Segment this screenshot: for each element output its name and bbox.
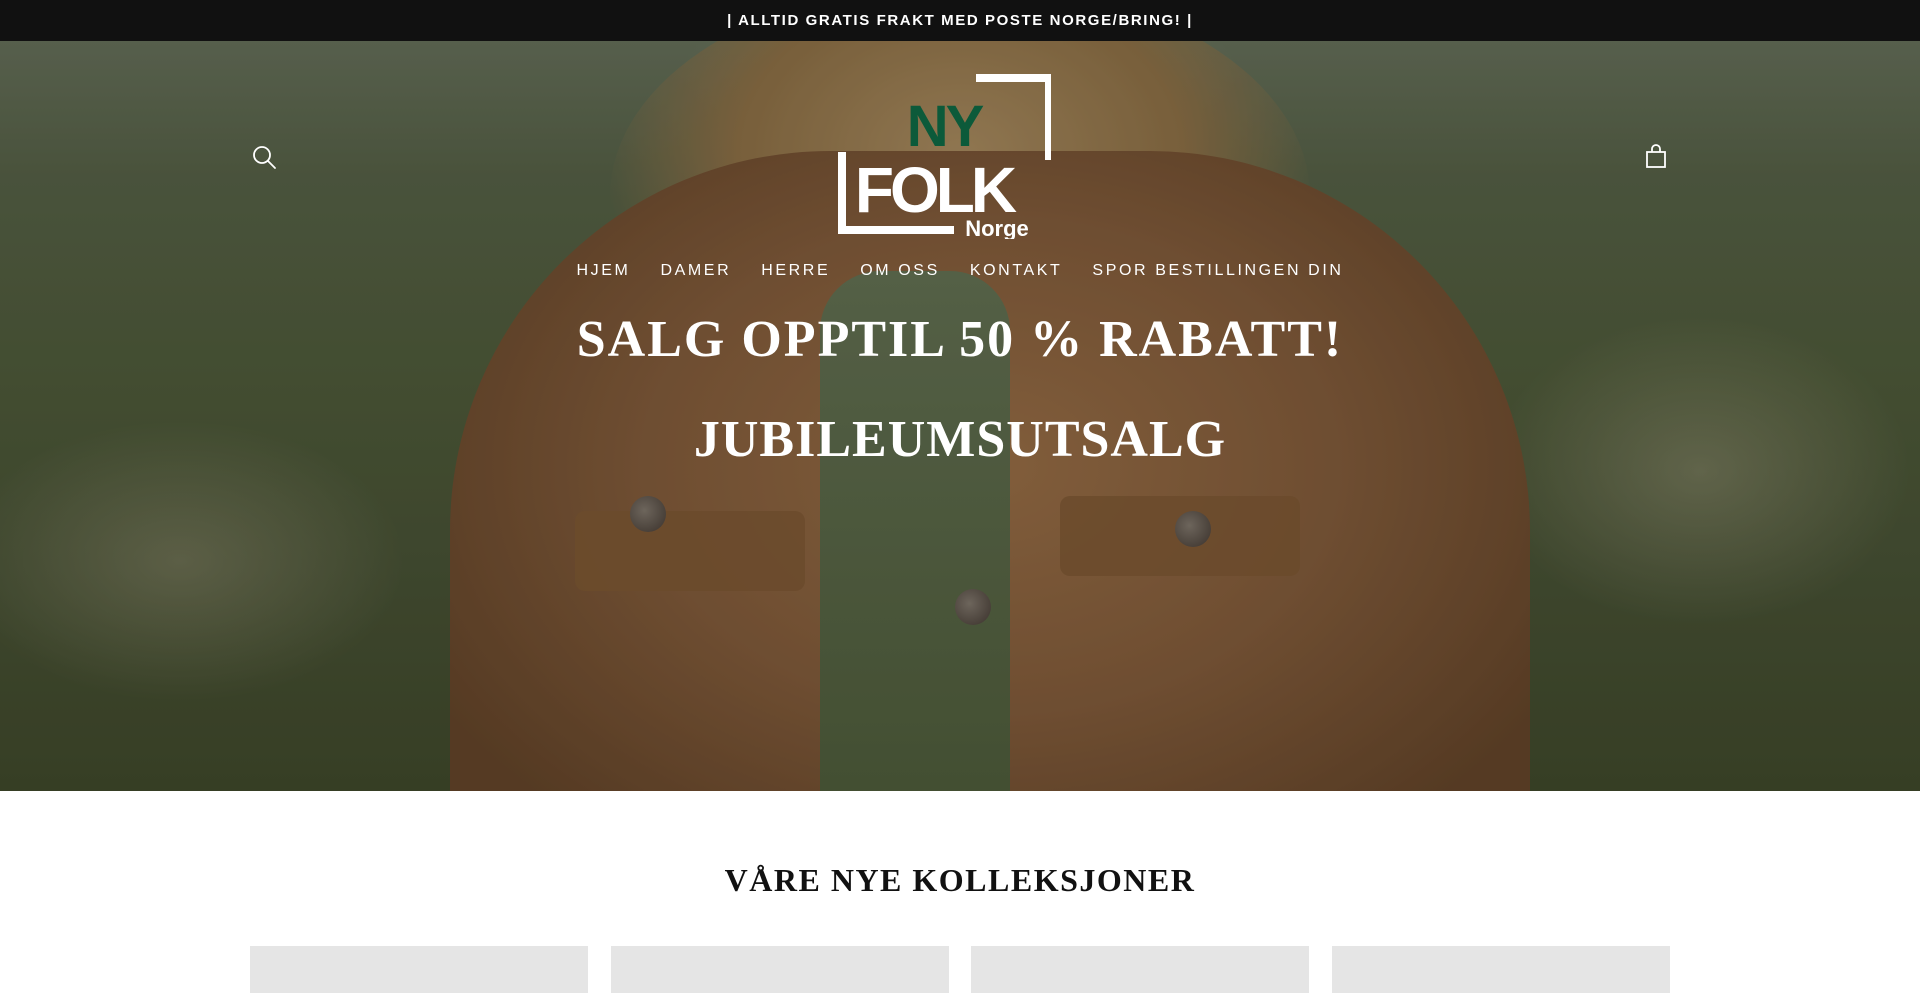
logo-text-ny: NY [907,94,984,159]
nav-item-spor-bestillingen[interactable]: SPOR BESTILLINGEN DIN [1092,258,1343,284]
nav-item-kontakt[interactable]: KONTAKT [970,258,1063,284]
nav-item-herre[interactable]: HERRE [761,258,830,284]
announcement-text: | ALLTID GRATIS FRAKT MED POSTE NORGE/BR… [727,12,1193,29]
hero-title: SALG OPPTIL 50 % RABATT! [576,311,1344,368]
collection-card[interactable] [971,946,1309,993]
main-nav: HJEM DAMER HERRE OM OSS KONTAKT SPOR BES… [0,258,1920,284]
collection-card[interactable] [611,946,949,993]
nav-item-hjem[interactable]: HJEM [576,258,630,284]
hero-subtitle: JUBILEUMSUTSALG [693,411,1227,468]
collection-card[interactable] [1332,946,1670,993]
nav-item-damer[interactable]: DAMER [660,258,731,284]
collections-heading: VÅRE NYE KOLLEKSJONER [724,862,1196,898]
announcement-bar: | ALLTID GRATIS FRAKT MED POSTE NORGE/BR… [0,0,1920,41]
logo-text-norge: Norge [965,216,1029,239]
shopping-bag-icon[interactable] [1642,143,1670,171]
nav-item-om-oss[interactable]: OM OSS [860,258,940,284]
collection-card[interactable] [250,946,588,993]
brand-logo[interactable]: NY FOLK Norge [836,74,1053,241]
search-icon[interactable] [250,143,278,171]
